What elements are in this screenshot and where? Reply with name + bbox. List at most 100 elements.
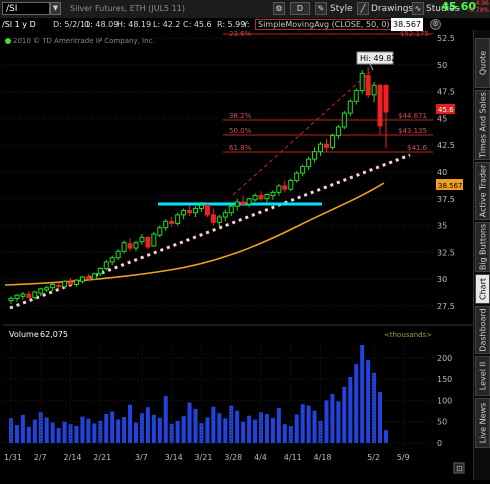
price-tick-label: 42.5 — [437, 141, 455, 150]
candle-body — [145, 236, 151, 248]
volume-bar — [336, 401, 341, 443]
date-tick-label: 2/14 — [64, 453, 82, 462]
high-callout-text: Hi: 49.82 — [360, 54, 396, 63]
volume-bar — [151, 414, 156, 443]
candle-body — [371, 84, 377, 96]
candle-body — [383, 84, 389, 113]
volume-bar — [86, 418, 91, 443]
volume-bar — [9, 418, 13, 443]
volume-bar — [92, 423, 97, 443]
candle-body — [139, 236, 145, 243]
volume-axis: 200 150 100 50 0 — [437, 354, 452, 448]
candle-body — [341, 112, 347, 128]
candle-body — [377, 84, 383, 127]
volume-bar — [324, 400, 329, 443]
volume-bar — [74, 425, 79, 443]
tab-live-news[interactable]: Live News — [475, 398, 490, 448]
volume-bar — [157, 417, 162, 443]
date-tick-label: 3/14 — [165, 453, 183, 462]
trendline[interactable] — [9, 153, 411, 310]
sma-tag: 38.567 — [438, 182, 463, 190]
tab-dashboard[interactable]: Dashboard — [475, 306, 490, 354]
volume-bar — [193, 408, 198, 443]
price-tick-label: 47.5 — [437, 88, 455, 97]
volume-bar — [50, 422, 55, 443]
volume-bar — [264, 414, 269, 443]
tab-times-and-sales-label: Times And Sales — [478, 92, 487, 158]
date-tick-label: 5/9 — [397, 453, 410, 462]
volume-bar — [270, 417, 275, 443]
volume-bar — [128, 404, 133, 443]
price-tick-label: 37.5 — [437, 195, 455, 204]
candle-body — [204, 204, 210, 216]
candle-body — [228, 205, 234, 214]
volume-bar — [354, 364, 359, 443]
candle-body — [133, 242, 139, 249]
candle-body — [62, 280, 68, 288]
volume-bar — [122, 417, 127, 443]
candle-body — [91, 273, 97, 280]
tab-level-ii-label: Level II — [478, 361, 487, 391]
tab-quote[interactable]: Quote — [475, 38, 490, 88]
candle-body — [234, 201, 240, 207]
date-tick-label: 4/11 — [284, 453, 302, 462]
volume-label: Volume — [9, 330, 39, 339]
tab-chart-label: Chart — [478, 278, 487, 300]
volume-bar — [366, 359, 371, 443]
candle-body — [210, 214, 216, 223]
candle-body — [20, 293, 26, 297]
candle-body — [56, 285, 62, 288]
fib-50-pct: 50.0% — [229, 127, 252, 135]
candle-body — [258, 195, 264, 200]
volume-tick-label: 50 — [437, 418, 447, 427]
candle-body — [109, 257, 115, 263]
fib-top-pct: 23.6% — [229, 30, 252, 38]
volume-tick-label: 200 — [437, 354, 452, 363]
fib-618-pct: 61.8% — [229, 144, 252, 152]
volume-bar — [288, 425, 293, 443]
candle-body — [38, 288, 44, 294]
price-chart[interactable]: 23.6% $52.175 38.2% $44.671 50.0% $43.13… — [0, 0, 473, 484]
side-tab-bar: Quote Times And Sales Active Trader Big … — [473, 30, 490, 480]
volume-bar — [175, 420, 180, 443]
volume-bar — [104, 414, 109, 443]
volume-bar — [276, 408, 281, 443]
candle-body — [359, 72, 365, 92]
tab-level-ii[interactable]: Level II — [475, 356, 490, 396]
tab-chart[interactable]: Chart — [475, 274, 490, 304]
volume-bar — [14, 425, 19, 443]
price-tick-label: 35 — [437, 222, 447, 231]
volume-bar — [110, 411, 115, 443]
candle-body — [276, 185, 282, 193]
price-axis: 52.5 50 47.5 45 42.5 40 37.5 35 32.5 30 27.5 — [437, 34, 455, 311]
volume-bar — [241, 421, 246, 443]
fib-diagonal — [232, 71, 371, 196]
candle-body — [252, 195, 258, 201]
candle-body — [288, 180, 294, 190]
date-tick-label: 3/28 — [224, 453, 242, 462]
price-tick-label: 52.5 — [437, 34, 455, 43]
fib-382-pct: 38.2% — [229, 112, 252, 120]
volume-bar — [360, 345, 365, 443]
candle-body — [169, 220, 175, 224]
volume-bar — [26, 426, 31, 443]
candle-body — [294, 172, 300, 182]
candle-body — [216, 216, 222, 223]
volume-bar — [300, 404, 305, 443]
volume-tick-label: 100 — [437, 396, 452, 405]
tab-active-trader[interactable]: Active Trader — [475, 162, 490, 220]
candle-body — [312, 151, 318, 160]
candle-body — [335, 126, 341, 137]
date-tick-label: 3/7 — [135, 453, 148, 462]
tab-times-and-sales[interactable]: Times And Sales — [475, 90, 490, 160]
candle-body — [97, 267, 103, 275]
tab-big-buttons[interactable]: Big Buttons — [475, 222, 490, 272]
volume-bar — [80, 416, 85, 443]
volume-bar — [282, 424, 287, 443]
volume-bar — [56, 428, 61, 443]
volume-bar — [187, 402, 192, 443]
zoom-icon[interactable]: ⊡ — [456, 464, 463, 473]
date-tick-label: 5/2 — [367, 453, 380, 462]
volume-bar — [68, 424, 73, 443]
date-tick-label: 3/21 — [194, 453, 212, 462]
